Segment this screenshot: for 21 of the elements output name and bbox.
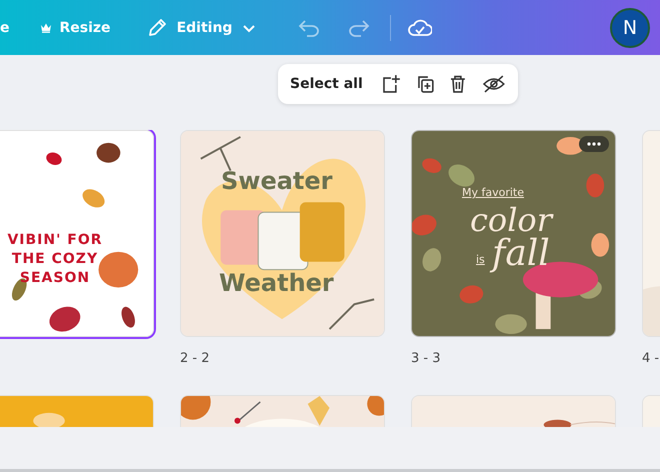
pencil-icon <box>146 18 167 38</box>
page-thumbnail[interactable]: My favorite color is fall <box>411 130 616 337</box>
page-number: 2 - 2 <box>180 351 210 366</box>
design-caption: My favorite <box>462 186 524 199</box>
undo-icon[interactable] <box>298 18 320 36</box>
add-page-icon[interactable] <box>380 74 401 94</box>
page-thumbnail[interactable]: VIBIN' FOR THE COZY SEASON <box>0 130 154 337</box>
chevron-down-icon[interactable] <box>242 22 256 32</box>
design-title: VIBIN' FOR THE COZY SEASON <box>6 231 104 288</box>
menu-label[interactable]: e <box>0 20 10 36</box>
editing-button[interactable]: Editing <box>146 18 256 38</box>
cloud-check-icon[interactable] <box>408 18 432 36</box>
eye-slash-icon[interactable] <box>482 74 506 94</box>
avatar[interactable]: N <box>610 8 650 48</box>
crown-icon <box>40 22 52 33</box>
resize-button[interactable]: Resize <box>40 20 111 36</box>
redo-icon[interactable] <box>348 18 370 36</box>
page-number: 4 - <box>642 351 660 366</box>
page-number: 3 - 3 <box>411 351 440 366</box>
design-caption: is <box>476 253 485 266</box>
select-all-button[interactable]: Select all <box>290 76 363 92</box>
